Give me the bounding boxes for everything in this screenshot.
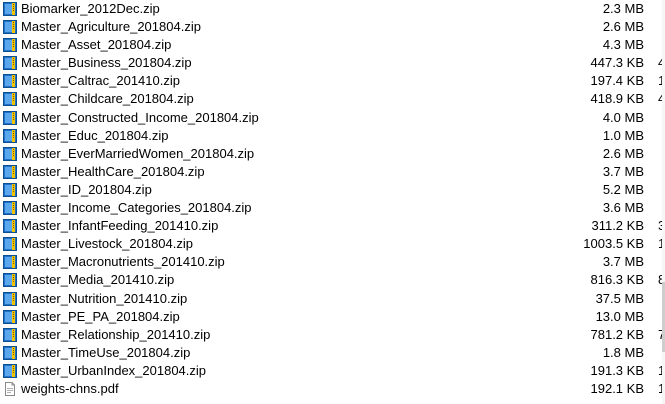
file-size: 816.3 KB: [590, 272, 645, 288]
file-name: Master_InfantFeeding_201410.zip: [21, 218, 219, 234]
file-row[interactable]: Master_Nutrition_201410.zip 37.5 MB: [0, 290, 665, 308]
file-name: Master_Income_Categories_201804.zip: [21, 200, 252, 216]
file-name: Master_Livestock_201804.zip: [21, 236, 193, 252]
file-size: 311.2 KB: [591, 218, 644, 234]
zip-archive-icon: [3, 273, 17, 288]
zip-archive-icon: [3, 255, 17, 270]
file-row[interactable]: Master_Asset_201804.zip 4.3 MB: [0, 36, 665, 54]
zip-archive-icon: [3, 92, 17, 107]
file-size: 1.8 MB: [602, 344, 644, 360]
file-name: Master_Agriculture_201804.zip: [21, 19, 201, 35]
file-size: 2.6 MB: [602, 145, 644, 161]
file-size: 781.2 KB: [590, 326, 645, 342]
file-name: Master_ID_201804.zip: [21, 181, 152, 197]
zip-archive-icon: [3, 345, 17, 360]
file-row[interactable]: Master_InfantFeeding_201410.zip311.2 KB3: [0, 217, 665, 235]
zip-archive-icon: [3, 237, 17, 252]
file-name: Master_Educ_201804.zip: [21, 127, 169, 143]
file-row[interactable]: Master_ID_201804.zip 5.2 MB: [0, 181, 665, 199]
zip-archive-icon: [3, 128, 17, 143]
file-size: 3.7 MB: [602, 163, 644, 179]
zip-archive-icon: [3, 219, 17, 234]
file-row[interactable]: Master_EverMarriedWomen_201804.zip 2.6 MB: [0, 145, 665, 163]
file-row[interactable]: Master_Livestock_201804.zip1003.5 KB1(: [0, 235, 665, 253]
file-row[interactable]: Master_Childcare_201804.zip418.9 KB4: [0, 90, 665, 108]
file-name: Master_UrbanIndex_201804.zip: [21, 362, 207, 378]
file-name: Master_Media_201410.zip: [21, 272, 175, 288]
file-name: Master_Macronutrients_201410.zip: [21, 254, 225, 270]
zip-archive-icon: [3, 309, 17, 324]
file-name: Master_Constructed_Income_201804.zip: [21, 109, 259, 125]
file-row[interactable]: Master_Agriculture_201804.zip 2.6 MB: [0, 18, 665, 36]
file-size: 4.3 MB: [602, 37, 644, 53]
zip-archive-icon: [3, 56, 17, 71]
file-row[interactable]: Master_Constructed_Income_201804.zip 4.0 …: [0, 109, 665, 127]
zip-archive-icon: [3, 182, 17, 197]
zip-archive-icon: [3, 110, 17, 125]
zip-archive-icon: [3, 74, 17, 89]
zip-archive-icon: [3, 38, 17, 53]
file-name: Biomarker_2012Dec.zip: [21, 1, 160, 16]
file-size: 37.5 MB: [595, 290, 644, 306]
file-name: Master_TimeUse_201804.zip: [21, 344, 191, 360]
file-size: 2.6 MB: [602, 19, 644, 35]
zip-archive-icon: [3, 291, 17, 306]
file-name: Master_Nutrition_201410.zip: [21, 290, 188, 306]
file-name: Master_HealthCare_201804.zip: [21, 163, 205, 179]
zip-archive-icon: [3, 201, 17, 216]
file-name: Master_Childcare_201804.zip: [21, 91, 194, 107]
file-name: weights-chns.pdf: [21, 380, 119, 396]
zip-archive-icon: [3, 363, 17, 378]
file-row[interactable]: Master_PE_PA_201804.zip 13.0 MB: [0, 308, 665, 326]
file-row[interactable]: Master_TimeUse_201804.zip 1.8 MB: [0, 344, 665, 362]
pdf-file-icon: [3, 381, 17, 396]
zip-archive-icon: [3, 164, 17, 179]
file-size: 5.2 MB: [602, 181, 644, 197]
file-row[interactable]: Master_Relationship_201410.zip781.2 KB7: [0, 326, 665, 344]
zip-archive-icon: [3, 20, 17, 35]
file-row[interactable]: Master_Educ_201804.zip 1.0 MB: [0, 127, 665, 145]
file-name: Master_PE_PA_201804.zip: [21, 308, 180, 324]
file-name: Master_Relationship_201410.zip: [21, 326, 211, 342]
file-size: 418.9 KB: [590, 91, 645, 107]
file-row[interactable]: Biomarker_2012Dec.zip 2.3 MB: [0, 0, 665, 18]
zip-archive-icon: [3, 146, 17, 161]
file-size: 1.0 MB: [602, 127, 644, 143]
file-row[interactable]: weights-chns.pdf192.1 KB1: [0, 380, 665, 398]
file-size: 197.4 KB: [590, 73, 645, 89]
file-name: Master_Caltrac_201410.zip: [21, 73, 180, 89]
file-row[interactable]: Master_Business_201804.zip447.3 KB4: [0, 54, 665, 72]
file-row[interactable]: Master_UrbanIndex_201804.zip191.3 KB1: [0, 362, 665, 380]
file-row[interactable]: Master_Income_Categories_201804.zip 3.6 M…: [0, 199, 665, 217]
file-name: Master_EverMarriedWomen_201804.zip: [21, 145, 255, 161]
file-list: Biomarker_2012Dec.zip 2.3 MB Master_Agricu…: [0, 0, 665, 398]
file-size: 13.0 MB: [595, 308, 644, 324]
zip-archive-icon: [3, 327, 17, 342]
zip-archive-icon: [3, 2, 17, 16]
file-size: 2.3 MB: [602, 1, 644, 16]
file-row[interactable]: Master_Caltrac_201410.zip197.4 KB1: [0, 72, 665, 90]
file-row[interactable]: Master_Media_201410.zip816.3 KB8: [0, 271, 665, 289]
file-row[interactable]: Master_HealthCare_201804.zip 3.7 MB: [0, 163, 665, 181]
file-size: 3.7 MB: [602, 254, 644, 270]
file-name: Master_Business_201804.zip: [21, 55, 192, 71]
file-size: 4.0 MB: [602, 109, 644, 125]
file-name: Master_Asset_201804.zip: [21, 37, 172, 53]
file-size: 3.6 MB: [602, 200, 644, 216]
file-size: 192.1 KB: [590, 380, 645, 396]
file-row[interactable]: Master_Macronutrients_201410.zip 3.7 MB: [0, 253, 665, 271]
file-size: 191.3 KB: [590, 362, 645, 378]
file-size: 447.3 KB: [590, 55, 645, 71]
file-size: 1003.5 KB: [583, 236, 644, 252]
